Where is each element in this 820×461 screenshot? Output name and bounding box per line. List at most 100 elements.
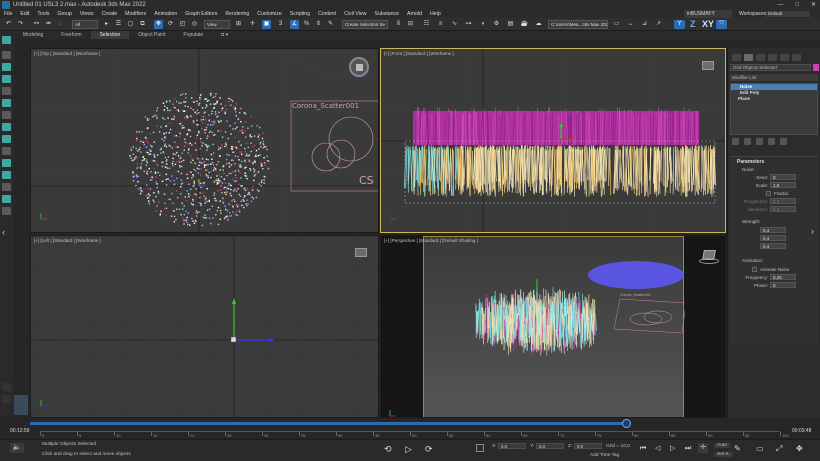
undo-icon[interactable]: ↶ bbox=[4, 20, 13, 29]
animate-noise-checkbox[interactable] bbox=[752, 267, 757, 272]
eye-icon[interactable] bbox=[2, 195, 11, 203]
lightbulb-icon[interactable] bbox=[2, 207, 11, 215]
phase-spinner[interactable]: 0 bbox=[770, 282, 796, 288]
angle-snap-icon[interactable]: ∡ bbox=[290, 20, 299, 29]
tab-modeling[interactable]: Modeling bbox=[14, 31, 52, 39]
scene-explorer-icon[interactable]: ☷ bbox=[422, 20, 431, 29]
project-folder-dropdown[interactable]: C:\Users\Mea...3ds Max 2022 bbox=[548, 20, 608, 29]
go-to-end-icon[interactable]: ⟳ bbox=[425, 443, 433, 455]
snap-toolbar-icon[interactable] bbox=[2, 51, 11, 59]
maximize-button[interactable]: □ bbox=[795, 0, 799, 10]
menu-customize[interactable]: Customize bbox=[253, 11, 286, 17]
paint-select-icon[interactable] bbox=[2, 75, 11, 83]
maximize-viewport-icon[interactable]: ✥ bbox=[796, 443, 803, 455]
rectangular-selection-icon[interactable]: ▢ bbox=[126, 20, 135, 29]
menu-file[interactable]: File bbox=[0, 11, 16, 17]
curve-editor-icon[interactable]: ∿ bbox=[450, 20, 459, 29]
next-key-icon[interactable]: ⏭ bbox=[685, 443, 691, 455]
set-key-button[interactable]: Set K. bbox=[714, 452, 734, 457]
layout-tab-collapse-icon[interactable] bbox=[2, 383, 11, 391]
viewport-left-label[interactable]: [+] [Left ] [Standard ] [Wireframe ] bbox=[34, 238, 101, 243]
viewport-top[interactable]: [+] [Top ] [Standard ] [Wireframe ] Coro… bbox=[30, 48, 379, 233]
menu-scripting[interactable]: Scripting bbox=[286, 11, 314, 17]
create-tab-icon[interactable] bbox=[732, 54, 741, 61]
go-to-start-icon[interactable]: ⟲ bbox=[384, 443, 392, 455]
keyboard-shortcut-override-icon[interactable]: ▣ bbox=[262, 20, 271, 29]
speaker-icon[interactable]: 🔈 bbox=[10, 443, 24, 453]
axis-xy-toggle[interactable]: XY bbox=[702, 19, 714, 30]
pin-stack-icon[interactable] bbox=[732, 138, 739, 145]
edit-named-selection-icon[interactable]: ✎ bbox=[326, 20, 335, 29]
modifier-list-dropdown[interactable]: Modifier List bbox=[730, 74, 818, 81]
display-tab-icon[interactable] bbox=[780, 54, 789, 61]
z-coord-field[interactable]: 0,0 bbox=[574, 443, 602, 449]
window-crossing-icon[interactable]: ⧉ bbox=[138, 20, 147, 29]
hide-icon[interactable] bbox=[2, 135, 11, 143]
show-end-result-icon[interactable] bbox=[744, 138, 751, 145]
viewport-top-label[interactable]: [+] [Top ] [Standard ] [Wireframe ] bbox=[34, 51, 100, 56]
ribbon-toggle-icon[interactable]: ◘ ▾ bbox=[212, 31, 237, 39]
menu-edit[interactable]: Edit bbox=[16, 11, 33, 17]
tab-freeform[interactable]: Freeform bbox=[52, 31, 90, 39]
minimize-button[interactable]: — bbox=[777, 0, 783, 10]
select-by-name-icon[interactable]: ☰ bbox=[114, 20, 123, 29]
collapse-panel-chevron-icon[interactable]: › bbox=[811, 226, 814, 236]
axis-constraint-x-icon[interactable]: ↔ bbox=[626, 20, 635, 29]
axis-constraint-xz-icon[interactable]: ⤧ bbox=[716, 20, 727, 29]
expand-left-chevron-icon[interactable]: ‹ bbox=[2, 227, 11, 237]
viewport-perspective-label[interactable]: [+] [Perspective ] [Standard ] [Default … bbox=[384, 238, 478, 243]
object-color-swatch[interactable] bbox=[813, 64, 819, 71]
select-and-rotate-icon[interactable]: ⟳ bbox=[166, 20, 175, 29]
time-slider-track[interactable] bbox=[30, 422, 630, 425]
create-icon[interactable] bbox=[2, 36, 11, 44]
mirror-icon[interactable]: ⫴ bbox=[394, 20, 403, 29]
time-slider-knob[interactable] bbox=[622, 419, 631, 428]
pivot-center-icon[interactable]: ⊞ bbox=[234, 20, 243, 29]
key-filter-icon[interactable]: ✎ bbox=[734, 443, 741, 455]
material-editor-icon[interactable]: ◑ bbox=[478, 20, 487, 29]
remove-modifier-icon[interactable] bbox=[768, 138, 775, 145]
render-in-cloud-icon[interactable]: ☁ bbox=[534, 20, 543, 29]
zoom-extents-icon[interactable]: ⤢ bbox=[776, 443, 782, 455]
workspace-dropdown[interactable]: Default bbox=[766, 11, 810, 17]
iterations-spinner[interactable]: 6,0 bbox=[770, 206, 796, 212]
select-and-scale-icon[interactable]: ◰ bbox=[178, 20, 187, 29]
strength-z-spinner[interactable]: 0,4 bbox=[760, 243, 786, 249]
named-selection-dropdown[interactable]: Create Selection Se bbox=[342, 20, 388, 29]
select-object-icon[interactable]: ▸ bbox=[102, 20, 111, 29]
object-name-field[interactable]: Grid Objects Selected bbox=[730, 64, 811, 71]
parameters-rollout-title[interactable]: Parameters bbox=[730, 157, 818, 165]
layer-icon[interactable] bbox=[2, 147, 11, 155]
menu-group[interactable]: Group bbox=[53, 11, 75, 17]
set-key-icon[interactable]: ✛ bbox=[698, 443, 708, 453]
layer-explorer-icon[interactable]: ≡ bbox=[436, 20, 445, 29]
roughness-spinner[interactable]: 0,0 bbox=[770, 198, 796, 204]
scene-states-icon[interactable] bbox=[2, 159, 11, 167]
axis-arrow-icon[interactable]: ↗ bbox=[654, 20, 663, 29]
spinner-snap-icon[interactable]: ⇕ bbox=[314, 20, 323, 29]
frequency-spinner[interactable]: 0,25 bbox=[770, 274, 796, 280]
menu-create[interactable]: Create bbox=[98, 11, 122, 17]
menu-rendering[interactable]: Rendering bbox=[221, 11, 253, 17]
isolate-icon[interactable] bbox=[2, 111, 11, 119]
render-production-icon[interactable]: ☕ bbox=[520, 20, 529, 29]
frame-ruler[interactable]: 0 5 10 15 20 25 30 35 40 45 50 55 60 65 70 75 80 85 90 95 10… bbox=[40, 431, 789, 438]
next-frame-icon[interactable]: ▷ bbox=[670, 443, 675, 455]
viewport-perspective[interactable]: Corona_Scatter001 [+] [Perspective ] [St… bbox=[380, 235, 726, 418]
menu-graph-editors[interactable]: Graph Editors bbox=[181, 11, 221, 17]
viewcube-front-icon[interactable] bbox=[702, 61, 714, 70]
viewport-left[interactable]: [+] [Left ] [Standard ] [Wireframe ] bbox=[30, 235, 379, 418]
viewcube-perspective-icon[interactable] bbox=[699, 248, 719, 266]
play-icon[interactable]: ▷ bbox=[405, 443, 412, 455]
user-account-button[interactable]: inBUSMAYY bbox=[684, 10, 732, 18]
menu-arnold[interactable]: Arnold bbox=[403, 11, 426, 17]
menu-tools[interactable]: Tools bbox=[33, 11, 53, 17]
y-coord-field[interactable]: 0,0 bbox=[536, 443, 564, 449]
absolute-mode-icon[interactable] bbox=[476, 444, 484, 452]
manipulate-icon[interactable]: ✛ bbox=[248, 20, 257, 29]
configure-sets-icon[interactable] bbox=[780, 138, 787, 145]
align-icon[interactable]: ⊟ bbox=[406, 20, 415, 29]
menu-help[interactable]: Help bbox=[426, 11, 445, 17]
add-time-tag-button[interactable]: Add Time Tag bbox=[590, 453, 619, 458]
lasso-icon[interactable] bbox=[2, 87, 11, 95]
